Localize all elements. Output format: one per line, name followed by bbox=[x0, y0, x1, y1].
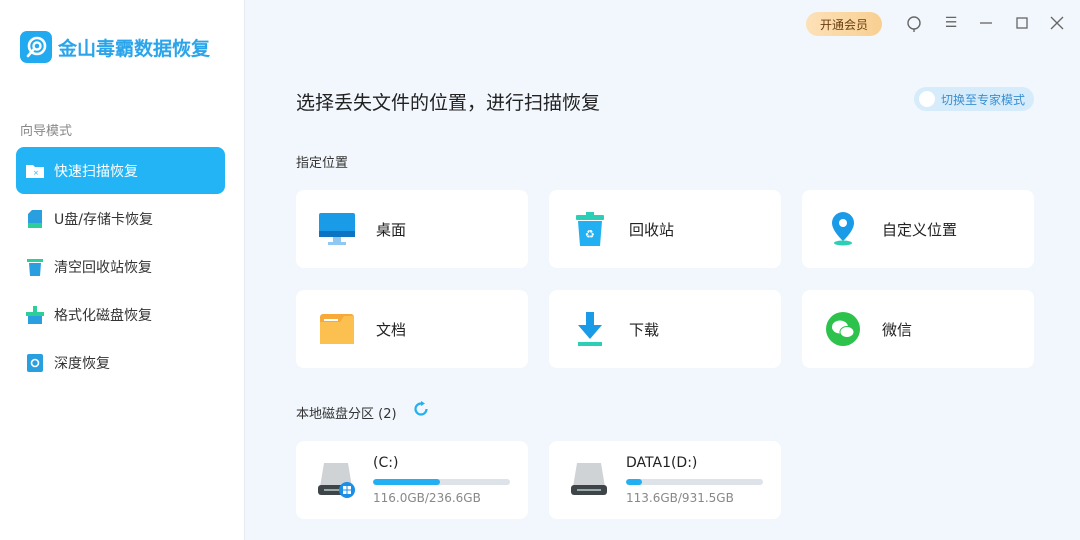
nav-item-format[interactable]: 格式化磁盘恢复 bbox=[16, 291, 225, 338]
locations-label: 指定位置 bbox=[296, 156, 349, 171]
location-downloads[interactable]: 下载 bbox=[549, 290, 781, 368]
location-documents[interactable]: 文档 bbox=[296, 290, 528, 368]
recycle-bin-icon: ♻ bbox=[570, 209, 610, 249]
document-folder-icon bbox=[317, 309, 357, 349]
location-label: 文档 bbox=[376, 320, 407, 339]
page-title: 选择丢失文件的位置，进行扫描恢复 bbox=[296, 92, 601, 114]
nav-item-usb[interactable]: U盘/存储卡恢复 bbox=[16, 195, 225, 242]
section-label: 向导模式 bbox=[20, 124, 73, 139]
nav-label: 清空回收站恢复 bbox=[54, 259, 152, 276]
disk-usage-bar bbox=[373, 479, 510, 485]
svg-text:♻: ♻ bbox=[585, 228, 595, 241]
toggle-label: 切换至专家模式 bbox=[941, 92, 1026, 107]
logo-icon bbox=[20, 31, 52, 63]
minimize-icon[interactable] bbox=[977, 14, 995, 32]
sd-card-icon bbox=[26, 209, 44, 228]
vip-button[interactable]: 开通会员 bbox=[806, 12, 882, 36]
disk-size: 116.0GB/236.6GB bbox=[373, 491, 481, 505]
location-label: 下载 bbox=[629, 320, 660, 339]
location-custom[interactable]: 自定义位置 bbox=[802, 190, 1034, 268]
nav-item-quick-scan[interactable]: × 快速扫描恢复 bbox=[16, 147, 225, 194]
location-label: 回收站 bbox=[629, 220, 675, 239]
nav-label: 深度恢复 bbox=[54, 355, 110, 372]
folder-icon: × bbox=[26, 162, 44, 180]
svg-text:×: × bbox=[33, 169, 39, 177]
location-wechat[interactable]: 微信 bbox=[802, 290, 1034, 368]
location-desktop[interactable]: 桌面 bbox=[296, 190, 528, 268]
hard-drive-icon bbox=[318, 463, 358, 503]
disk-d[interactable]: DATA1(D:) 113.6GB/931.5GB bbox=[549, 441, 781, 519]
nav-item-deep[interactable]: 深度恢复 bbox=[16, 339, 225, 386]
location-recycle-bin[interactable]: ♻ 回收站 bbox=[549, 190, 781, 268]
nav-list: × 快速扫描恢复 U盘/存储卡恢复 清空回收站恢复 格式化磁盘恢复 深度恢复 bbox=[16, 147, 225, 387]
map-pin-icon bbox=[823, 209, 863, 249]
refresh-icon[interactable] bbox=[413, 401, 429, 421]
expert-mode-toggle[interactable]: 切换至专家模式 bbox=[914, 87, 1034, 111]
deep-scan-icon bbox=[26, 353, 44, 372]
disk-usage-bar bbox=[626, 479, 763, 485]
disk-name: (C:) bbox=[373, 455, 399, 471]
nav-label: U盘/存储卡恢复 bbox=[54, 211, 153, 228]
disk-usage-fill bbox=[373, 479, 441, 485]
disk-size: 113.6GB/931.5GB bbox=[626, 491, 734, 505]
disk-name: DATA1(D:) bbox=[626, 455, 698, 471]
location-label: 自定义位置 bbox=[882, 220, 958, 239]
nav-item-recycle[interactable]: 清空回收站恢复 bbox=[16, 243, 225, 290]
toggle-knob bbox=[919, 91, 935, 107]
location-label: 桌面 bbox=[376, 220, 407, 239]
broom-icon bbox=[26, 305, 44, 324]
disk-usage-fill bbox=[626, 479, 643, 485]
support-headset-icon[interactable] bbox=[905, 14, 923, 32]
monitor-icon bbox=[317, 209, 357, 249]
wechat-icon bbox=[823, 309, 863, 349]
recycle-bin-icon bbox=[26, 258, 44, 276]
menu-icon[interactable]: ☰ bbox=[942, 14, 960, 32]
sidebar: 金山毒霸数据恢复 向导模式 × 快速扫描恢复 U盘/存储卡恢复 清空回收站恢复 … bbox=[0, 0, 245, 540]
app-title: 金山毒霸数据恢复 bbox=[58, 37, 211, 60]
location-label: 微信 bbox=[882, 320, 913, 339]
disk-c[interactable]: (C:) 116.0GB/236.6GB bbox=[296, 441, 528, 519]
nav-label: 快速扫描恢复 bbox=[54, 163, 138, 180]
close-icon[interactable] bbox=[1048, 14, 1066, 32]
download-icon bbox=[570, 309, 610, 349]
nav-label: 格式化磁盘恢复 bbox=[54, 307, 152, 324]
disks-label: 本地磁盘分区 (2) bbox=[296, 407, 397, 422]
app-logo: 金山毒霸数据恢复 bbox=[20, 31, 210, 63]
maximize-icon[interactable] bbox=[1013, 14, 1031, 32]
hard-drive-icon bbox=[571, 463, 611, 503]
